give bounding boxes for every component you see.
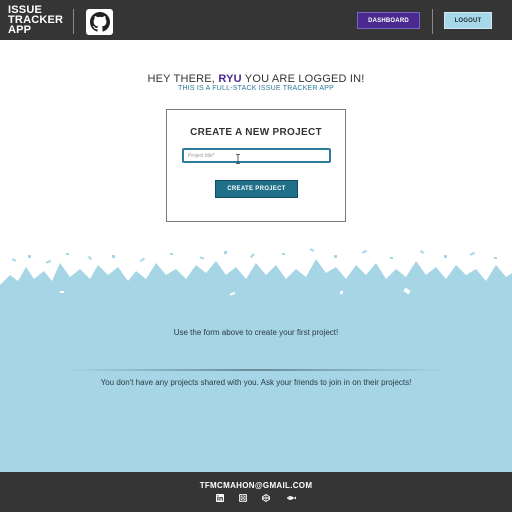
create-project-button[interactable]: CREATE PROJECT xyxy=(215,180,298,198)
footer-email[interactable]: TFMCMAHON@GMAIL.COM xyxy=(0,481,512,490)
section-divider xyxy=(64,369,448,371)
greeting-heading: HEY THERE, RYU YOU ARE LOGGED IN! xyxy=(0,73,512,85)
codepen-icon[interactable] xyxy=(262,494,270,502)
github-link[interactable] xyxy=(86,9,113,35)
header-divider xyxy=(73,9,74,34)
greeting-username: RYU xyxy=(218,73,242,85)
greeting-suffix: YOU ARE LOGGED IN! xyxy=(241,73,365,85)
greeting-subtitle: THIS IS A FULL-STACK ISSUE TRACKER APP xyxy=(178,85,334,92)
linkedin-icon[interactable] xyxy=(216,494,224,502)
top-header: ISSUE TRACKER APP DASHBOARD LOGOUT xyxy=(0,0,512,40)
no-projects-message: Use the form above to create your first … xyxy=(173,328,339,337)
create-project-title: CREATE A NEW PROJECT xyxy=(190,127,322,138)
github-icon xyxy=(89,12,110,32)
greeting-prefix: HEY THERE, xyxy=(147,73,219,85)
text-cursor-icon xyxy=(236,154,240,164)
logout-button[interactable]: LOGOUT xyxy=(444,12,492,29)
project-title-input[interactable] xyxy=(182,148,331,163)
footer: TFMCMAHON@GMAIL.COM xyxy=(0,472,512,512)
instagram-icon[interactable] xyxy=(239,494,247,502)
create-project-card: CREATE A NEW PROJECT CREATE PROJECT xyxy=(166,109,346,222)
header-divider-right xyxy=(432,9,433,34)
app-logo[interactable]: ISSUE TRACKER APP xyxy=(8,5,68,36)
dashboard-button[interactable]: DASHBOARD xyxy=(357,12,420,29)
paint-splash-decoration xyxy=(0,248,512,305)
fish-icon[interactable] xyxy=(286,494,296,502)
no-shared-projects-message: You don't have any projects shared with … xyxy=(100,378,412,387)
logo-line-3: APP xyxy=(8,24,32,36)
